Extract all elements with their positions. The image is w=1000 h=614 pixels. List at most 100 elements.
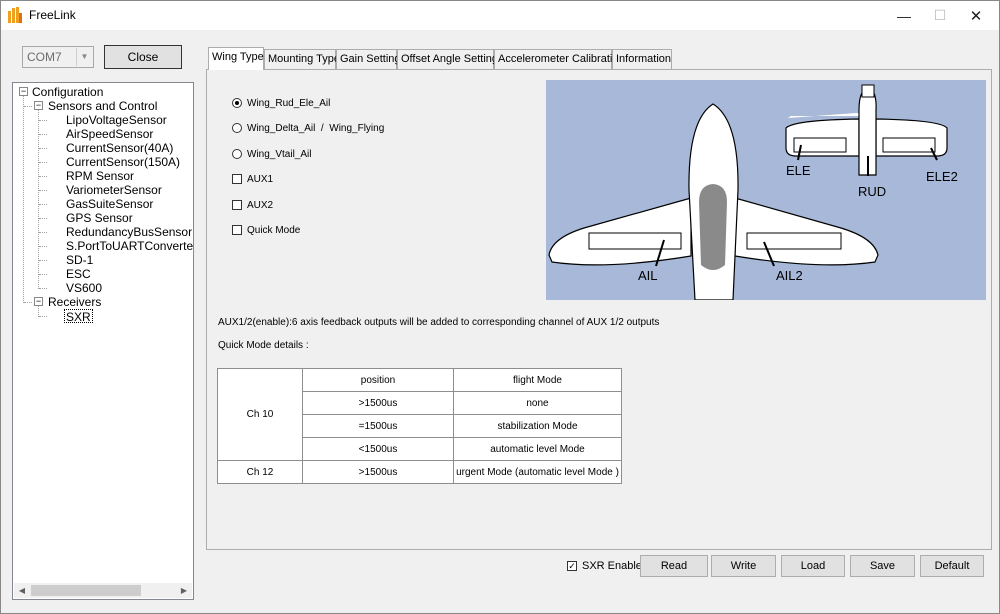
collapse-icon[interactable]: − bbox=[34, 297, 43, 306]
tree-connector bbox=[39, 120, 47, 121]
ail2-label: AIL2 bbox=[776, 268, 803, 283]
tree-item-sensor[interactable]: LipoVoltageSensor bbox=[66, 113, 167, 127]
tab-accelerometer-calibration[interactable]: Accelerometer Calibration bbox=[494, 49, 625, 69]
app-window: FreeLink — ☐ ✕ COM7 ▼ Close − Configurat… bbox=[0, 0, 1000, 614]
checkbox-quick-mode[interactable]: Quick Mode bbox=[232, 223, 300, 237]
table-cell: =1500us bbox=[302, 414, 454, 438]
aux-note: AUX1/2(enable):6 axis feedback outputs w… bbox=[218, 317, 660, 328]
tree-connector bbox=[39, 316, 47, 317]
tree-item-sensor[interactable]: AirSpeedSensor bbox=[66, 127, 153, 141]
wing-type-diagram: ELE RUD ELE2 AIL AIL2 bbox=[546, 80, 986, 301]
com-port-select[interactable]: COM7 ▼ bbox=[22, 46, 94, 68]
radio-icon bbox=[232, 149, 242, 159]
tree-connector bbox=[39, 274, 47, 275]
tree-connector bbox=[39, 232, 47, 233]
table-cell: <1500us bbox=[302, 437, 454, 461]
table-cell: none bbox=[453, 391, 622, 415]
tree-connector bbox=[39, 134, 47, 135]
title-bar: FreeLink — ☐ ✕ bbox=[1, 1, 999, 30]
collapse-icon[interactable]: − bbox=[19, 87, 28, 96]
table-cell: stabilization Mode bbox=[453, 414, 622, 438]
tree-connector bbox=[39, 246, 47, 247]
rud-label: RUD bbox=[858, 184, 887, 199]
default-button[interactable]: Default bbox=[920, 555, 984, 577]
table-header: flight Mode bbox=[453, 368, 622, 392]
checkbox-label: AUX2 bbox=[247, 199, 274, 211]
tab-offset-angle-setting[interactable]: Offset Angle Setting bbox=[397, 49, 498, 69]
load-button[interactable]: Load bbox=[781, 555, 845, 577]
tree-item-sensor[interactable]: ESC bbox=[66, 267, 91, 281]
tree-connector bbox=[39, 176, 47, 177]
checkbox-aux2[interactable]: AUX2 bbox=[232, 198, 273, 212]
scroll-thumb[interactable] bbox=[31, 585, 141, 596]
collapse-icon[interactable]: − bbox=[34, 101, 43, 110]
radio-label: Wing_Rud_Ele_Ail bbox=[247, 97, 331, 109]
close-window-button[interactable]: ✕ bbox=[953, 1, 999, 30]
tab-wing-type[interactable]: Wing Type bbox=[208, 47, 264, 70]
maximize-icon: ☐ bbox=[933, 7, 947, 23]
table-cell: Ch 12 bbox=[217, 460, 303, 484]
checkbox-label: Quick Mode bbox=[247, 224, 301, 236]
table-cell: >1500us bbox=[302, 460, 454, 484]
tree-item-sensors-and-control[interactable]: Sensors and Control bbox=[48, 99, 157, 113]
write-button[interactable]: Write bbox=[711, 555, 776, 577]
tree-item-sensor[interactable]: CurrentSensor(150A) bbox=[66, 155, 180, 169]
close-icon: ✕ bbox=[969, 7, 983, 25]
tab-information[interactable]: Information bbox=[612, 49, 672, 69]
chevron-down-icon: ▼ bbox=[76, 48, 92, 66]
horizontal-scrollbar[interactable]: ◀ ▶ bbox=[14, 583, 192, 598]
tree-connector bbox=[39, 260, 47, 261]
tree-connector bbox=[39, 218, 47, 219]
radio-label: Wing_Delta_Ail / Wing_Flying bbox=[247, 122, 385, 134]
scroll-right-icon[interactable]: ▶ bbox=[176, 583, 192, 598]
table-cell: automatic level Mode bbox=[453, 437, 622, 461]
checkbox-aux1[interactable]: AUX1 bbox=[232, 172, 273, 186]
airplane-illustration bbox=[548, 84, 948, 301]
tree-connector bbox=[23, 95, 24, 303]
radio-selected-icon bbox=[232, 98, 242, 108]
radio-icon bbox=[232, 123, 242, 133]
tree-item-configuration[interactable]: Configuration bbox=[32, 85, 103, 99]
read-button[interactable]: Read bbox=[640, 555, 708, 577]
tree-item-sensor[interactable]: RPM Sensor bbox=[66, 169, 134, 183]
table-cell: urgent Mode (automatic level Mode ) bbox=[453, 460, 622, 484]
radio-label: Wing_Vtail_Ail bbox=[247, 148, 312, 160]
tree-item-sensor[interactable]: GasSuiteSensor bbox=[66, 197, 153, 211]
table-cell: Ch 10 bbox=[217, 368, 303, 461]
tree-connector bbox=[39, 190, 47, 191]
table-header: position bbox=[302, 368, 454, 392]
tree-item-sensor[interactable]: RedundancyBusSensor bbox=[66, 225, 192, 239]
radio-wing-rud-ele-ail[interactable]: Wing_Rud_Ele_Ail bbox=[232, 96, 330, 110]
quick-mode-heading: Quick Mode details : bbox=[218, 340, 309, 351]
tree-connector bbox=[24, 106, 32, 107]
minimize-icon: — bbox=[897, 7, 911, 24]
close-port-button[interactable]: Close bbox=[104, 45, 182, 69]
ail-label: AIL bbox=[638, 268, 658, 283]
table-row: Ch 10 position flight Mode bbox=[217, 368, 622, 461]
checkbox-label: AUX1 bbox=[247, 173, 274, 185]
ele-label: ELE bbox=[786, 163, 811, 178]
tree-item-receivers[interactable]: Receivers bbox=[48, 295, 101, 309]
scroll-left-icon[interactable]: ◀ bbox=[14, 583, 30, 598]
checkbox-icon bbox=[232, 200, 242, 210]
tab-mounting-type[interactable]: Mounting Type bbox=[264, 49, 340, 69]
tree-item-sensor[interactable]: S.PortToUARTConverter S bbox=[66, 239, 193, 253]
tree-connector bbox=[39, 148, 47, 149]
save-button[interactable]: Save bbox=[850, 555, 915, 577]
table-cell: >1500us bbox=[302, 391, 454, 415]
radio-wing-delta-ail[interactable]: Wing_Delta_Ail / Wing_Flying bbox=[232, 121, 384, 135]
radio-wing-vtail-ail[interactable]: Wing_Vtail_Ail bbox=[232, 147, 311, 161]
config-tree[interactable]: − Configuration − Sensors and Control Li… bbox=[12, 82, 194, 600]
tree-item-sensor[interactable]: CurrentSensor(40A) bbox=[66, 141, 173, 155]
com-port-value: COM7 bbox=[27, 50, 62, 64]
table-row: Ch 12 >1500us urgent Mode (automatic lev… bbox=[217, 460, 622, 484]
tree-item-sensor[interactable]: SD-1 bbox=[66, 253, 93, 267]
tree-item-sensor[interactable]: VS600 bbox=[66, 281, 102, 295]
checkbox-checked-icon: ✓ bbox=[567, 561, 577, 571]
tree-item-sensor[interactable]: GPS Sensor bbox=[66, 211, 133, 225]
freelink-logo-icon bbox=[8, 7, 22, 23]
tab-gain-setting[interactable]: Gain Setting bbox=[336, 49, 401, 69]
tree-item-sxr[interactable]: SXR bbox=[64, 309, 93, 324]
tree-item-sensor[interactable]: VariometerSensor bbox=[66, 183, 162, 197]
sxr-enable-checkbox[interactable]: ✓ SXR Enable bbox=[567, 559, 642, 573]
